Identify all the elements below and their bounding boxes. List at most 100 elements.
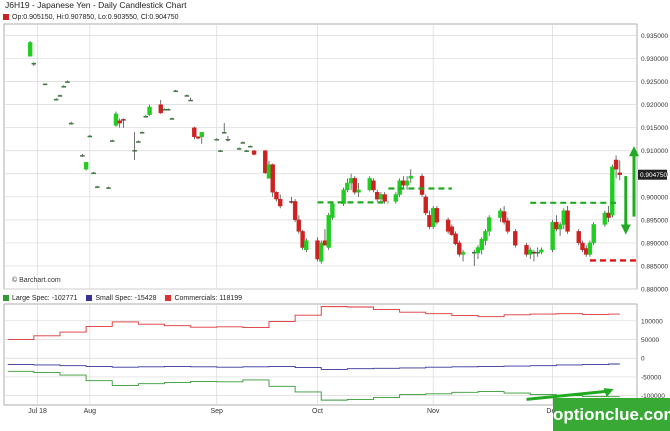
candle-body bbox=[54, 98, 59, 101]
candle-body bbox=[139, 132, 145, 134]
y-tick-label: 0.925000 bbox=[641, 79, 668, 86]
candle-body bbox=[524, 245, 529, 255]
candle-body bbox=[266, 164, 272, 179]
candle-body bbox=[184, 95, 190, 97]
candle-body bbox=[292, 201, 298, 221]
legend-small-spec: Small Spec: -15428 bbox=[86, 295, 156, 302]
candle-body bbox=[274, 192, 279, 200]
candle-body bbox=[554, 221, 559, 230]
y-tick-label: 0.880000 bbox=[641, 287, 668, 294]
candle-body bbox=[304, 240, 309, 251]
y-tick-label: 0.930000 bbox=[641, 56, 668, 63]
candle-body bbox=[445, 219, 451, 232]
candle-body bbox=[91, 172, 96, 175]
candle-body bbox=[330, 203, 335, 218]
candle-body bbox=[460, 251, 466, 255]
candle-body bbox=[192, 127, 197, 138]
y-tick-label: 0.915000 bbox=[641, 125, 668, 132]
candle-body bbox=[528, 249, 533, 255]
candle-body bbox=[132, 150, 137, 152]
candle-body bbox=[136, 141, 141, 143]
candle-body bbox=[610, 166, 615, 216]
watermark: optionclue.com bbox=[553, 398, 670, 431]
candle-body bbox=[430, 208, 436, 227]
candle-body bbox=[479, 239, 484, 251]
y-tick-label: 0.935000 bbox=[641, 33, 668, 40]
candle-body bbox=[87, 135, 93, 138]
candle-body bbox=[117, 120, 122, 124]
candle-body bbox=[382, 194, 387, 202]
y-tick-label: 0.900000 bbox=[641, 194, 668, 201]
candle-body bbox=[121, 119, 126, 121]
candle-body bbox=[535, 251, 540, 254]
legend-label-small-spec: Small Spec: -15428 bbox=[95, 294, 157, 302]
y-tick-label: 0.890000 bbox=[641, 240, 668, 247]
cot-tick-label: 100000 bbox=[641, 318, 663, 325]
candle-body bbox=[221, 132, 227, 134]
candle-body bbox=[158, 104, 163, 114]
candle-body bbox=[315, 240, 320, 260]
candle-body bbox=[472, 251, 477, 254]
candle-body bbox=[393, 194, 399, 202]
candle-body bbox=[375, 192, 380, 200]
candle-body bbox=[80, 155, 85, 157]
candle-body bbox=[617, 172, 623, 175]
candle-body bbox=[147, 106, 152, 115]
candle-body bbox=[401, 180, 406, 186]
candle-body bbox=[166, 109, 171, 111]
candle-body bbox=[434, 208, 440, 223]
candle-body bbox=[296, 219, 302, 232]
cot-tick-label: 0 bbox=[641, 356, 645, 363]
x-tick-label: Sep bbox=[210, 408, 223, 415]
candle-body bbox=[27, 42, 33, 57]
candle-body bbox=[356, 189, 361, 193]
candle-body bbox=[423, 196, 428, 214]
candle-body bbox=[244, 150, 249, 152]
candle-body bbox=[83, 162, 89, 170]
cot-tick-label: 50000 bbox=[641, 337, 659, 344]
legend-large-spec: Large Spec: -102771 bbox=[3, 295, 77, 302]
candle-body bbox=[277, 198, 283, 207]
x-tick-label: Jul 18 bbox=[28, 408, 47, 415]
candle-body bbox=[169, 118, 175, 120]
candle-body bbox=[248, 145, 253, 148]
candle-body bbox=[214, 139, 219, 141]
y-tick-label: 0.910000 bbox=[641, 148, 668, 155]
candle-body bbox=[199, 132, 205, 138]
cot-pane bbox=[3, 303, 638, 406]
candle-body bbox=[195, 136, 201, 139]
x-tick-label: Nov bbox=[427, 408, 440, 415]
legend-swatch-commercials bbox=[165, 295, 172, 301]
legend-commercials: Commercials: 118199 bbox=[165, 295, 242, 302]
candle-body bbox=[326, 215, 331, 248]
candle-body bbox=[188, 99, 193, 102]
candle-body bbox=[580, 242, 585, 251]
candle-body bbox=[218, 150, 223, 152]
candle-body bbox=[68, 122, 74, 125]
candle-body bbox=[587, 242, 593, 255]
last-price-label: 0.904750 bbox=[640, 172, 667, 179]
candle-body bbox=[300, 231, 305, 248]
candle-body bbox=[513, 231, 518, 246]
candle-body bbox=[602, 212, 608, 225]
candle-body bbox=[449, 226, 455, 235]
candle-body bbox=[57, 95, 63, 97]
candle-body bbox=[591, 224, 596, 244]
candle-body bbox=[505, 220, 511, 232]
candle-body bbox=[457, 242, 462, 255]
candle-body bbox=[576, 231, 581, 244]
y-tick-label: 0.895000 bbox=[641, 217, 668, 224]
legend-swatch-small-spec bbox=[86, 295, 93, 301]
candle-body bbox=[113, 113, 119, 126]
candle-body bbox=[162, 109, 167, 111]
candle-body bbox=[557, 224, 563, 230]
candle-body bbox=[240, 142, 246, 144]
candle-body bbox=[65, 81, 70, 83]
candle-body bbox=[453, 233, 458, 245]
candle-body bbox=[143, 115, 149, 118]
candle-body bbox=[289, 201, 294, 203]
candle-body bbox=[561, 210, 567, 225]
legend-label-large-spec: Large Spec: -102771 bbox=[12, 294, 78, 302]
candle-body bbox=[173, 90, 178, 93]
candle-body bbox=[270, 164, 275, 193]
